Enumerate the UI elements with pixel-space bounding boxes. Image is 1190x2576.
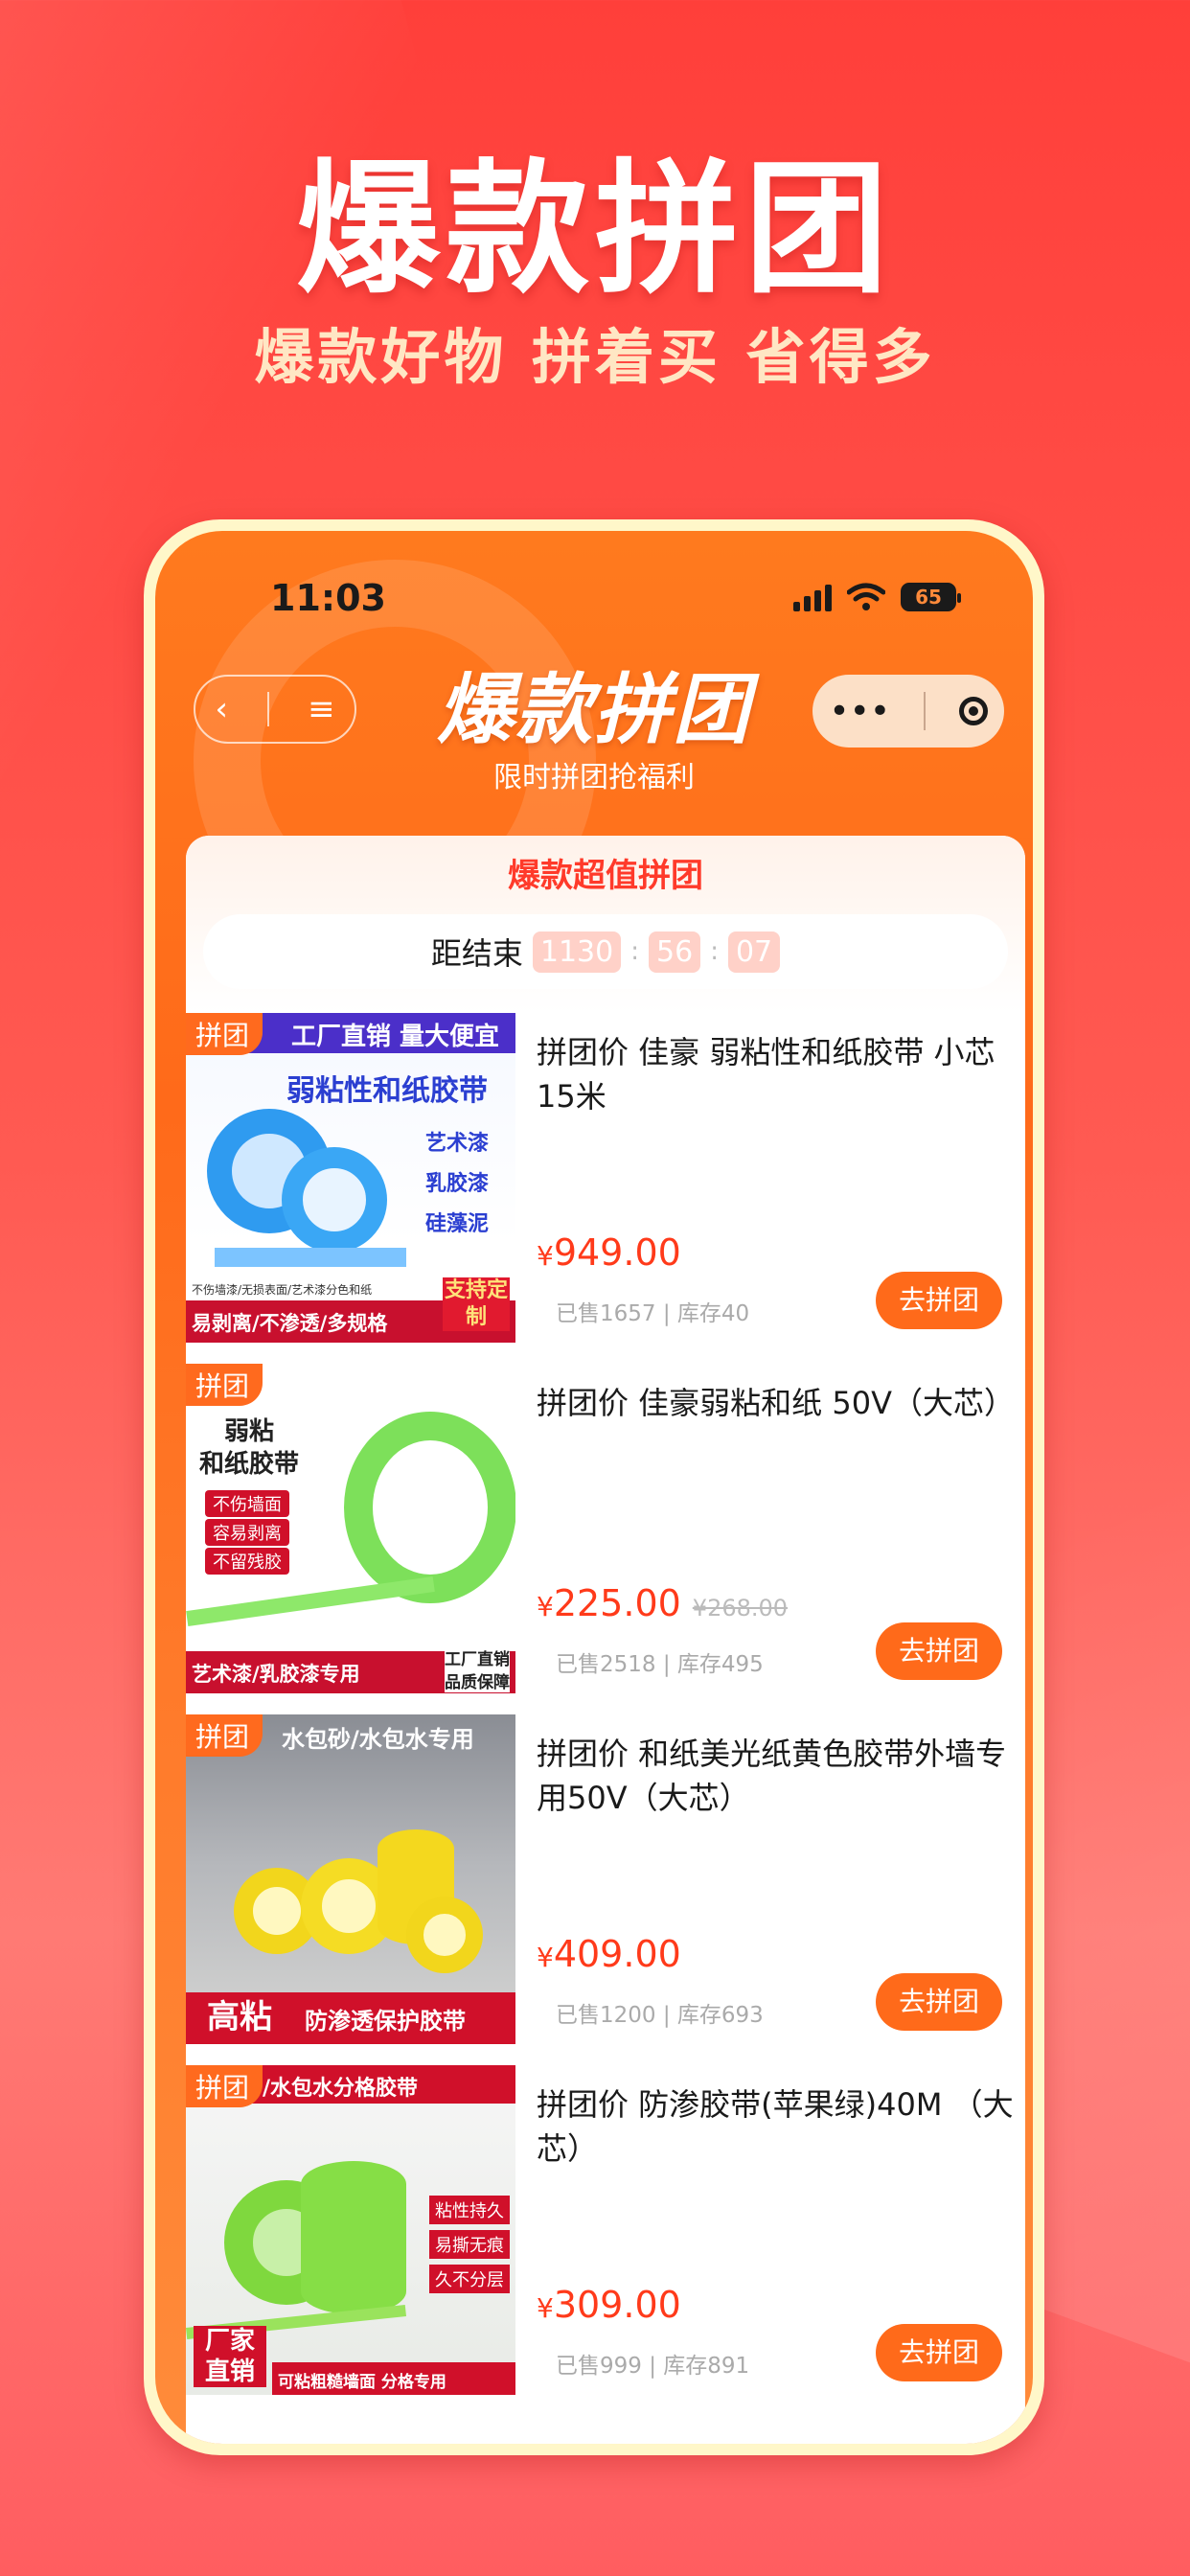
panel-header: 爆款超值拼团 距结束 1130 : 56 : 07 <box>186 836 1025 1013</box>
image-point: 不留残胶 <box>205 1548 289 1575</box>
countdown-minutes: 07 <box>727 931 781 973</box>
image-point: 粘性持久 <box>429 2196 510 2224</box>
promo-subtitle: 爆款好物 拼着买 省得多 <box>254 322 936 392</box>
product-image[interactable]: 拼团 /水包水分格胶带 粘性持久 易撕无痕 久不分层 厂家直销 可粘粗糙墙面 分… <box>186 2065 515 2395</box>
image-point: 容易剥离 <box>205 1519 289 1546</box>
image-point: 久不分层 <box>429 2265 510 2293</box>
product-price: ¥949.00 <box>537 1231 681 1274</box>
image-footer-text: 艺术漆/乳胶漆专用 <box>192 1663 360 1686</box>
product-card[interactable]: 拼团 弱粘 和纸胶带 不伤墙面 容易剥离 不留残胶 艺术漆/乳胶漆专用 工厂直销… <box>186 1364 1025 1714</box>
price-value: 225.00 <box>553 1582 681 1624</box>
image-headline: 弱粘性和纸胶带 <box>286 1074 488 1108</box>
wifi-icon <box>847 583 885 610</box>
product-price: ¥409.00 <box>537 1933 681 1975</box>
divider <box>923 692 926 730</box>
miniprogram-capsule: ••• <box>812 675 1004 748</box>
countdown: 距结束 1130 : 56 : 07 <box>203 914 1008 989</box>
image-banner-text: /水包水分格胶带 <box>263 2077 419 2101</box>
join-group-button[interactable]: 去拼团 <box>876 1973 1002 2031</box>
currency-symbol: ¥ <box>537 1591 554 1622</box>
product-list: 拼团 工厂直销 量大便宜 弱粘性和纸胶带 艺术漆 乳胶漆 硅藻泥 不伤墙漆/无损… <box>186 1013 1025 2416</box>
image-note: 不伤墙漆/无损表面/艺术漆分色和纸 <box>192 1283 373 1297</box>
image-point: 硅藻泥 <box>425 1212 490 1236</box>
battery-icon: 65 <box>901 583 961 611</box>
product-image[interactable]: 拼团 弱粘 和纸胶带 不伤墙面 容易剥离 不留残胶 艺术漆/乳胶漆专用 工厂直销… <box>186 1364 515 1693</box>
countdown-label: 距结束 <box>430 935 523 972</box>
product-card[interactable]: 拼团 水包砂/水包水专用 高粘 防渗透保护胶带 拼团价 和纸美光纸黄色胶带外墙专… <box>186 1714 1025 2065</box>
image-banner-text: 工厂直销 量大便宜 <box>291 1023 500 1051</box>
countdown-days: 1130 <box>532 931 622 973</box>
status-icons: 65 <box>793 583 961 611</box>
price-value: 309.00 <box>553 2284 681 2326</box>
join-group-button[interactable]: 去拼团 <box>876 2324 1002 2381</box>
countdown-separator: : <box>710 937 719 966</box>
group-buy-panel: 爆款超值拼团 距结束 1130 : 56 : 07 拼团 工厂直销 量大便宜 弱… <box>186 836 1025 2444</box>
tape-roll-graphic <box>301 2161 406 2314</box>
page-subtitle: 限时拼团抢福利 <box>493 761 695 794</box>
product-name[interactable]: 拼团价 和纸美光纸黄色胶带外墙专用50V（大芯） <box>537 1732 1016 1820</box>
product-image[interactable]: 拼团 水包砂/水包水专用 高粘 防渗透保护胶带 <box>186 1714 515 2044</box>
image-footer-text: 可粘粗糙墙面 分格专用 <box>278 2373 446 2392</box>
currency-symbol: ¥ <box>537 1942 554 1973</box>
product-stats: 已售999 | 库存891 <box>556 2354 750 2379</box>
product-name[interactable]: 拼团价 佳豪弱粘和纸 50V（大芯） <box>537 1381 1016 1425</box>
image-point: 艺术漆 <box>425 1132 490 1156</box>
product-card[interactable]: 拼团 /水包水分格胶带 粘性持久 易撕无痕 久不分层 厂家直销 可粘粗糙墙面 分… <box>186 2065 1025 2416</box>
image-point: 易撕无痕 <box>429 2230 510 2259</box>
tape-roll-graphic <box>186 1576 435 1627</box>
status-time: 11:03 <box>270 577 386 619</box>
phone-screen: 11:03 65 ‹ ≡ 爆款拼团 限时拼团抢福利 ••• 爆款超值拼团 距结束… <box>155 531 1033 2444</box>
original-price: ¥268.00 <box>692 1595 789 1622</box>
product-name[interactable]: 拼团价 防渗胶带(苹果绿)40M （大芯） <box>537 2082 1016 2171</box>
currency-symbol: ¥ <box>537 1240 554 1272</box>
image-point: 乳胶漆 <box>425 1172 490 1196</box>
currency-symbol: ¥ <box>537 2292 554 2324</box>
product-stats: 已售2518 | 库存495 <box>556 1652 764 1677</box>
image-badge: 高粘 <box>207 1998 272 2036</box>
panel-title: 爆款超值拼团 <box>508 857 703 895</box>
image-banner-text: 水包砂/水包水专用 <box>282 1726 474 1753</box>
close-target-icon[interactable] <box>958 697 988 725</box>
product-price: ¥225.00 ¥268.00 <box>537 1582 788 1624</box>
tape-roll-graphic <box>406 1897 483 1973</box>
tape-roll-graphic <box>282 1147 387 1253</box>
group-buy-tag: 拼团 <box>186 1364 263 1406</box>
product-name[interactable]: 拼团价 佳豪 弱粘性和纸胶带 小芯15米 <box>537 1030 1016 1118</box>
image-headline: 和纸胶带 <box>199 1450 300 1479</box>
product-image[interactable]: 拼团 工厂直销 量大便宜 弱粘性和纸胶带 艺术漆 乳胶漆 硅藻泥 不伤墙漆/无损… <box>186 1013 515 1343</box>
price-value: 409.00 <box>553 1933 681 1975</box>
image-footer-text: 易剥离/不渗透/多规格 <box>192 1312 388 1335</box>
product-card[interactable]: 拼团 工厂直销 量大便宜 弱粘性和纸胶带 艺术漆 乳胶漆 硅藻泥 不伤墙漆/无损… <box>186 1013 1025 1364</box>
image-badge: 品质保障 <box>445 1668 510 1692</box>
group-buy-tag: 拼团 <box>186 1013 263 1055</box>
image-footer-text: 防渗透保护胶带 <box>305 2008 466 2035</box>
image-headline: 弱粘 <box>224 1417 275 1446</box>
tape-roll-graphic <box>215 1248 406 1267</box>
promo-title: 爆款拼团 <box>295 147 894 313</box>
image-point: 不伤墙面 <box>205 1490 289 1517</box>
group-buy-tag: 拼团 <box>186 1714 263 1757</box>
price-value: 949.00 <box>553 1231 681 1274</box>
tape-roll-graphic <box>344 1412 515 1603</box>
image-badge: 厂家直销 <box>194 2326 266 2387</box>
image-badge: 工厂直销 <box>445 1645 510 1669</box>
more-icon[interactable]: ••• <box>829 692 890 731</box>
group-buy-tag: 拼团 <box>186 2065 263 2107</box>
join-group-button[interactable]: 去拼团 <box>876 1272 1002 1329</box>
product-price: ¥309.00 <box>537 2284 681 2326</box>
phone-frame: 11:03 65 ‹ ≡ 爆款拼团 限时拼团抢福利 ••• 爆款超值拼团 距结束… <box>144 519 1044 2455</box>
product-stats: 已售1200 | 库存693 <box>556 2003 764 2028</box>
status-bar: 11:03 65 <box>155 577 1033 634</box>
product-stats: 已售1657 | 库存40 <box>556 1301 750 1326</box>
countdown-hours: 56 <box>649 931 701 973</box>
signal-icon <box>793 583 832 611</box>
join-group-button[interactable]: 去拼团 <box>876 1622 1002 1680</box>
countdown-separator: : <box>630 937 639 966</box>
image-badge: 支持定制 <box>443 1277 510 1331</box>
